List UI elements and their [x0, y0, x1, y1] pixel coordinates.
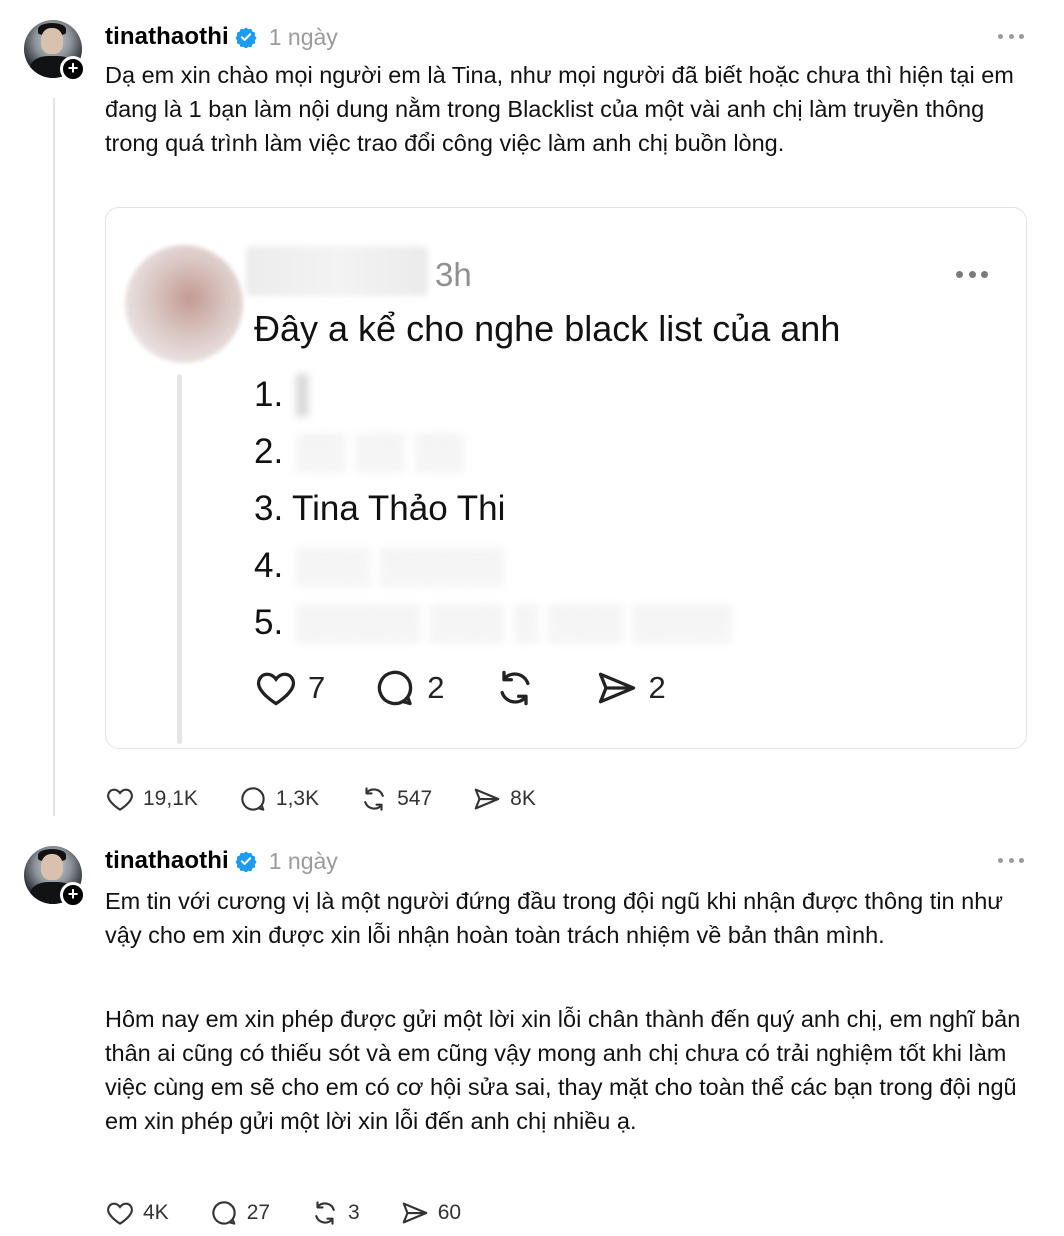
more-options-icon[interactable]: [998, 34, 1024, 42]
repost-button[interactable]: 3: [310, 1198, 360, 1228]
quoted-repost: [493, 666, 547, 710]
comment-icon: [241, 787, 265, 811]
verified-badge-icon: [235, 27, 257, 48]
post-timestamp: 1 ngày: [268, 847, 338, 874]
share-count: 60: [437, 1201, 462, 1224]
share-button[interactable]: 8K: [472, 784, 536, 814]
send-icon: [402, 1202, 428, 1224]
quoted-reply: 2: [373, 666, 445, 710]
post-text: Dạ em xin chào mọi người em là Tina, như…: [105, 62, 1014, 156]
comment-icon: [212, 1201, 236, 1225]
heart-icon: [107, 788, 133, 811]
post-timestamp: 1 ngày: [268, 23, 338, 50]
share-button[interactable]: 60: [400, 1198, 461, 1228]
list-item: 1. ▌: [254, 374, 321, 414]
quoted-timestamp: 3h: [435, 256, 472, 293]
quoted-like: 7: [254, 666, 325, 710]
quoted-thread-line: [177, 374, 182, 744]
list-item: 3. Tina Thảo Thi: [254, 488, 506, 528]
post-1: + tinathaothi 1 ngày Dạ em xin chào mọi …: [0, 0, 1064, 830]
comment-icon: [378, 670, 413, 706]
repost-button[interactable]: 547: [359, 784, 432, 814]
list-item: 5. ▒▒▒▒▒ ▒▒▒ ▒ ▒▒▒ ▒▒▒▒: [254, 602, 732, 642]
post-header: tinathaothi 1 ngày: [105, 846, 338, 876]
repost-count: 3: [348, 1201, 360, 1224]
quoted-more-icon: [956, 271, 988, 279]
avatar[interactable]: +: [24, 20, 86, 82]
follow-plus-icon[interactable]: +: [60, 882, 86, 908]
heart-icon: [107, 1202, 133, 1225]
reply-button[interactable]: 1,3K: [238, 784, 319, 814]
list-item: 4. ▒▒▒ ▒▒▒▒▒: [254, 545, 505, 585]
username[interactable]: tinathaothi: [105, 847, 229, 875]
send-icon: [474, 788, 500, 810]
post-text-paragraph-1: Em tin với cương vị là một người đứng đầ…: [105, 888, 1004, 948]
send-icon: [598, 672, 635, 704]
repost-icon: [500, 670, 529, 706]
username[interactable]: tinathaothi: [105, 23, 229, 51]
like-count: 19,1K: [143, 787, 198, 810]
quoted-post[interactable]: 3h Đây a kể cho nghe black list của anh …: [105, 207, 1027, 749]
post-text-paragraph-2: Hôm nay em xin phép được gửi một lời xin…: [105, 1006, 1021, 1134]
follow-plus-icon[interactable]: +: [60, 56, 86, 82]
list-item-label: Tina Thảo Thi: [292, 488, 506, 528]
repost-icon: [364, 787, 384, 811]
quoted-actions: 7 2 2: [254, 666, 714, 710]
post-2: + tinathaothi 1 ngày Em tin với cương vị…: [0, 830, 1064, 1236]
thread-line: [53, 98, 55, 816]
share-count: 8K: [510, 787, 536, 810]
repost-count: 547: [397, 787, 433, 810]
reply-button[interactable]: 27: [209, 1198, 270, 1228]
repost-icon: [315, 1201, 335, 1225]
like-button[interactable]: 4K: [105, 1198, 169, 1228]
quoted-avatar-blurred: [125, 245, 243, 363]
quoted-username-blurred: [246, 246, 428, 296]
quoted-text: Đây a kể cho nghe black list của anh: [254, 308, 841, 349]
quoted-share: 2: [595, 666, 666, 710]
like-count: 4K: [143, 1201, 169, 1224]
heart-icon: [256, 672, 296, 706]
reply-count: 27: [246, 1201, 271, 1224]
list-item: 2. ▒▒ ▒▒ ▒▒: [254, 431, 465, 471]
verified-badge-icon: [235, 851, 257, 872]
more-options-icon[interactable]: [998, 858, 1024, 866]
post-actions: 4K 27 3 60: [105, 1198, 501, 1228]
post-header: tinathaothi 1 ngày: [105, 22, 338, 52]
quoted-list: 1. ▌ 2. ▒▒ ▒▒ ▒▒ 3. Tina Thảo Thi 4. ▒▒▒ ▒▒▒…: [254, 366, 732, 651]
like-button[interactable]: 19,1K: [105, 784, 198, 814]
avatar[interactable]: +: [24, 846, 86, 908]
post-actions: 19,1K 1,3K 547 8K: [105, 784, 576, 814]
reply-count: 1,3K: [275, 787, 320, 810]
